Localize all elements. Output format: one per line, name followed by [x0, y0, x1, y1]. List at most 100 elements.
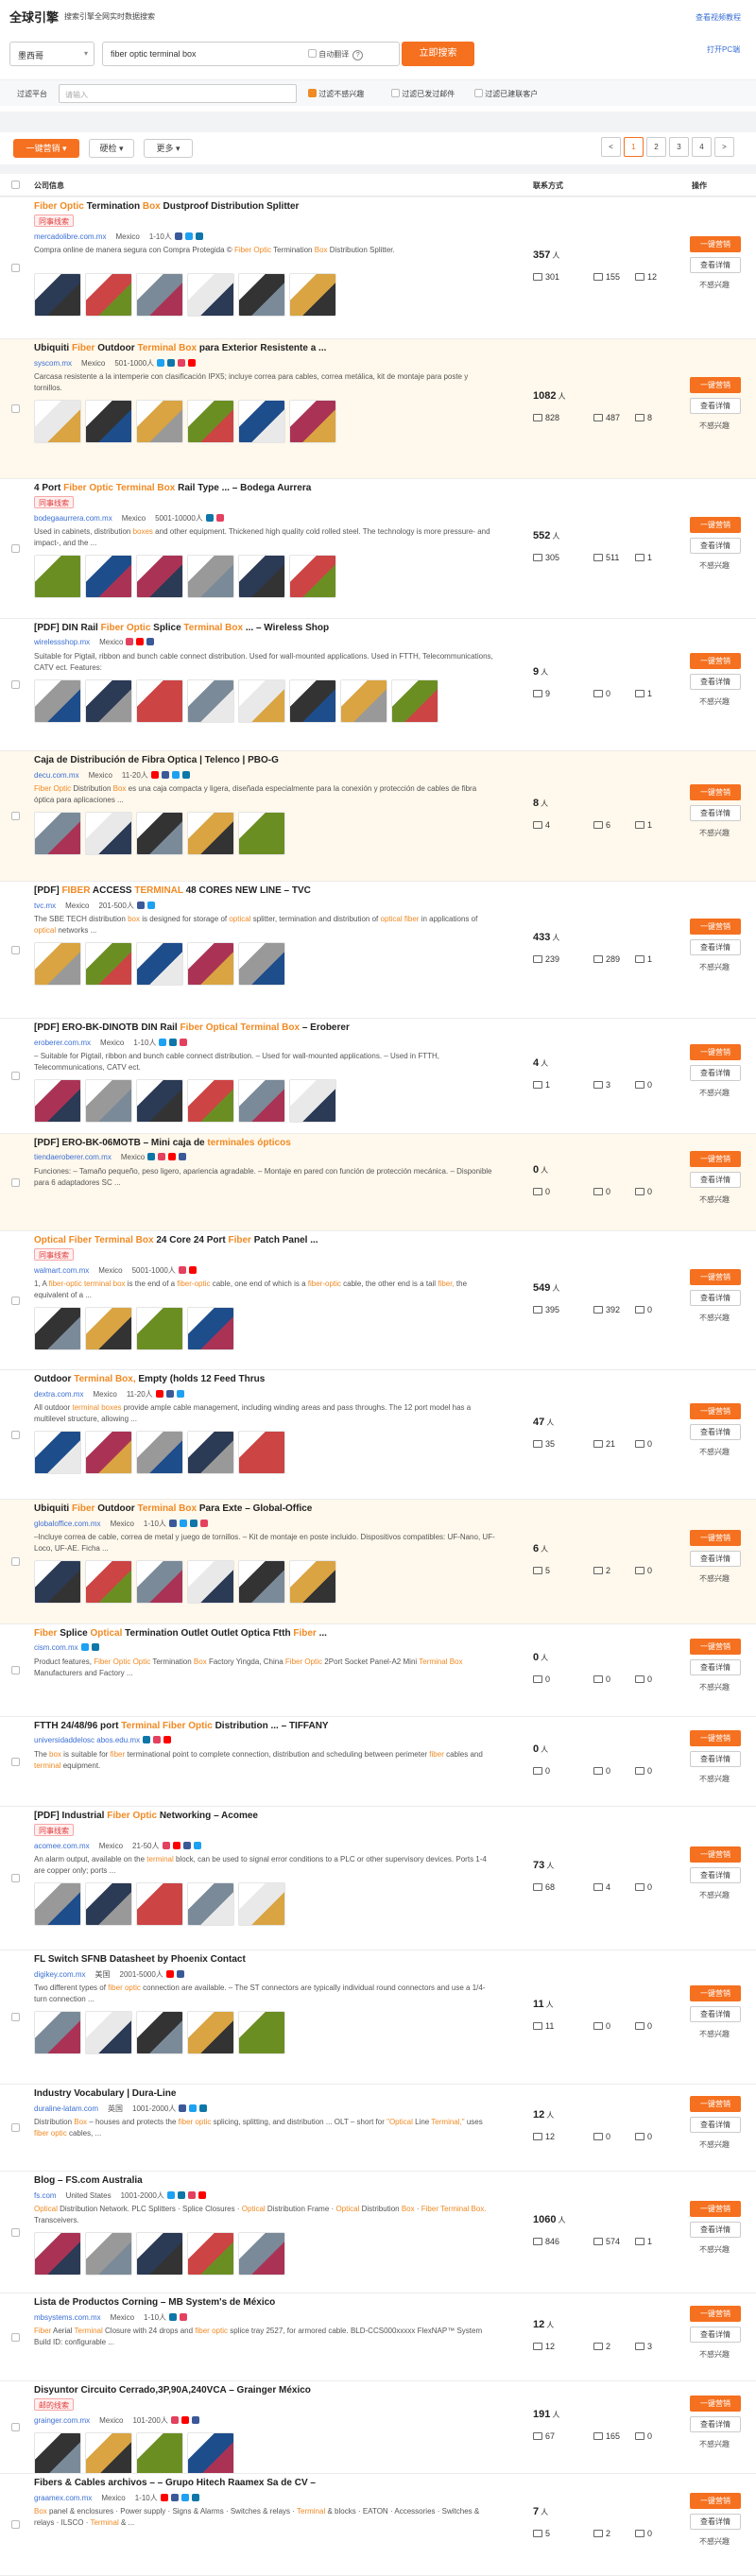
contact-stat-links[interactable]: 1 — [635, 553, 652, 562]
social-link-icon[interactable] — [176, 1970, 184, 1978]
row-marketing-button[interactable]: 一键营销 — [690, 377, 741, 393]
social-link-icon[interactable] — [91, 1643, 99, 1651]
view-details-button[interactable]: 查看详情 — [690, 398, 741, 414]
company-domain-link[interactable]: dextra.com.mx — [34, 1390, 83, 1399]
not-interested-link[interactable]: 不感兴趣 — [699, 1682, 730, 1692]
social-link-icon[interactable] — [163, 1736, 172, 1743]
product-thumbnail[interactable] — [85, 679, 132, 723]
not-interested-link[interactable]: 不感兴趣 — [699, 696, 730, 707]
company-title-link[interactable]: [PDF] ERO-BK-06MOTB – Mini caja de termi… — [34, 1138, 516, 1151]
product-thumbnail[interactable] — [238, 1882, 285, 1926]
row-checkbox[interactable] — [11, 2423, 20, 2431]
not-interested-link[interactable]: 不感兴趣 — [699, 280, 730, 290]
social-link-icon[interactable] — [168, 1520, 177, 1527]
product-thumbnail[interactable] — [34, 400, 81, 443]
social-link-icon[interactable] — [178, 359, 186, 367]
social-link-icon[interactable] — [126, 638, 134, 645]
not-interested-link[interactable]: 不感兴趣 — [699, 1890, 730, 1900]
company-domain-link[interactable]: tiendaeroberer.com.mx — [34, 1153, 112, 1161]
product-thumbnail[interactable] — [136, 2432, 183, 2473]
row-checkbox[interactable] — [11, 680, 20, 689]
product-thumbnail[interactable] — [289, 400, 336, 443]
contact-stat-links[interactable]: 0 — [635, 1566, 652, 1575]
row-marketing-button[interactable]: 一键营销 — [690, 517, 741, 533]
product-thumbnail[interactable] — [187, 1882, 234, 1926]
product-thumbnail[interactable] — [136, 1560, 183, 1604]
contact-stat-phones[interactable]: 0 — [593, 1674, 610, 1684]
social-link-icon[interactable] — [180, 2494, 189, 2501]
contact-stat-phones[interactable]: 511 — [593, 553, 619, 562]
social-link-icon[interactable] — [179, 1153, 187, 1160]
product-thumbnail[interactable] — [187, 555, 234, 598]
contact-stat-emails[interactable]: 5 — [533, 1566, 550, 1575]
social-link-icon[interactable] — [153, 1736, 162, 1743]
social-link-icon[interactable] — [181, 771, 190, 779]
product-thumbnail[interactable] — [238, 2011, 285, 2054]
company-domain-link[interactable]: walmart.com.mx — [34, 1266, 89, 1275]
contact-stat-phones[interactable]: 487 — [593, 413, 620, 422]
view-details-button[interactable]: 查看详情 — [690, 939, 741, 955]
product-thumbnail[interactable] — [136, 400, 183, 443]
product-thumbnail[interactable] — [136, 679, 183, 723]
company-title-link[interactable]: Outdoor Terminal Box, Empty (holds 12 Fe… — [34, 1374, 516, 1387]
company-title-link[interactable]: [PDF] Industrial Fiber Optic Networking … — [34, 1811, 516, 1824]
row-checkbox[interactable] — [11, 1297, 20, 1305]
page-2-button[interactable]: 2 — [646, 137, 666, 157]
product-thumbnail[interactable] — [85, 1431, 132, 1474]
product-thumbnail[interactable] — [136, 942, 183, 986]
view-details-button[interactable]: 查看详情 — [690, 674, 741, 690]
page-3-button[interactable]: 3 — [669, 137, 689, 157]
company-domain-link[interactable]: tvc.mx — [34, 902, 56, 910]
not-interested-link[interactable]: 不感兴趣 — [699, 1447, 730, 1457]
row-checkbox[interactable] — [11, 2123, 20, 2132]
product-thumbnail[interactable] — [187, 679, 234, 723]
social-link-icon[interactable] — [180, 2313, 188, 2321]
social-link-icon[interactable] — [166, 2191, 175, 2199]
view-details-button[interactable]: 查看详情 — [690, 2222, 741, 2238]
contact-stat-phones[interactable]: 0 — [593, 2132, 610, 2141]
social-link-icon[interactable] — [157, 359, 165, 367]
product-thumbnail[interactable] — [85, 2432, 132, 2473]
social-link-icon[interactable] — [169, 1039, 178, 1046]
hard-check-button[interactable]: 硬检 ▾ — [89, 139, 134, 158]
view-details-button[interactable]: 查看详情 — [690, 2327, 741, 2343]
company-domain-link[interactable]: duraline-latam.com — [34, 2104, 98, 2113]
not-interested-link[interactable]: 不感兴趣 — [699, 2029, 730, 2039]
social-link-icon[interactable] — [184, 232, 193, 240]
row-marketing-button[interactable]: 一键营销 — [690, 784, 741, 800]
not-interested-link[interactable]: 不感兴趣 — [699, 560, 730, 571]
company-title-link[interactable]: [PDF] DIN Rail Fiber Optic Splice Termin… — [34, 623, 516, 636]
filter-emailed-option[interactable]: 过滤已发过邮件 — [391, 89, 455, 99]
contact-stat-emails[interactable]: 68 — [533, 1882, 555, 1892]
filter-contacted-option[interactable]: 过滤已建联客户 — [474, 89, 538, 99]
company-title-link[interactable]: Optical Fiber Terminal Box 24 Core 24 Po… — [34, 1235, 516, 1248]
contact-stat-emails[interactable]: 11 — [533, 2021, 554, 2031]
contact-stat-links[interactable]: 3 — [635, 2342, 652, 2351]
company-title-link[interactable]: FTTH 24/48/96 port Terminal Fiber Optic … — [34, 1721, 516, 1734]
product-thumbnail[interactable] — [34, 2232, 81, 2275]
company-domain-link[interactable]: decu.com.mx — [34, 771, 79, 780]
company-title-link[interactable]: FL Switch SFNB Datasheet by Phoenix Cont… — [34, 1954, 516, 1967]
product-thumbnail[interactable] — [34, 1431, 81, 1474]
social-link-icon[interactable] — [188, 1266, 197, 1274]
product-thumbnail[interactable] — [187, 1079, 234, 1123]
product-thumbnail[interactable] — [136, 1307, 183, 1350]
social-link-icon[interactable] — [146, 902, 155, 909]
view-details-button[interactable]: 查看详情 — [690, 1424, 741, 1440]
contact-stat-emails[interactable]: 0 — [533, 1187, 550, 1196]
row-checkbox[interactable] — [11, 2228, 20, 2237]
company-domain-link[interactable]: syscom.mx — [34, 359, 72, 368]
contact-stat-links[interactable]: 1 — [635, 2237, 652, 2246]
not-interested-link[interactable]: 不感兴趣 — [699, 1573, 730, 1584]
product-thumbnail[interactable] — [187, 2232, 234, 2275]
auto-translate-toggle[interactable]: 自动翻译? — [308, 49, 364, 60]
social-link-icon[interactable] — [147, 1153, 156, 1160]
social-link-icon[interactable] — [195, 232, 203, 240]
row-marketing-button[interactable]: 一键营销 — [690, 2201, 741, 2217]
company-title-link[interactable]: Lista de Productos Corning – MB System's… — [34, 2297, 516, 2310]
view-details-button[interactable]: 查看详情 — [690, 805, 741, 821]
row-checkbox[interactable] — [11, 1431, 20, 1439]
company-title-link[interactable]: Caja de Distribución de Fibra Óptica | T… — [34, 755, 516, 768]
contact-stat-links[interactable]: 0 — [635, 1882, 652, 1892]
row-checkbox[interactable] — [11, 2333, 20, 2342]
